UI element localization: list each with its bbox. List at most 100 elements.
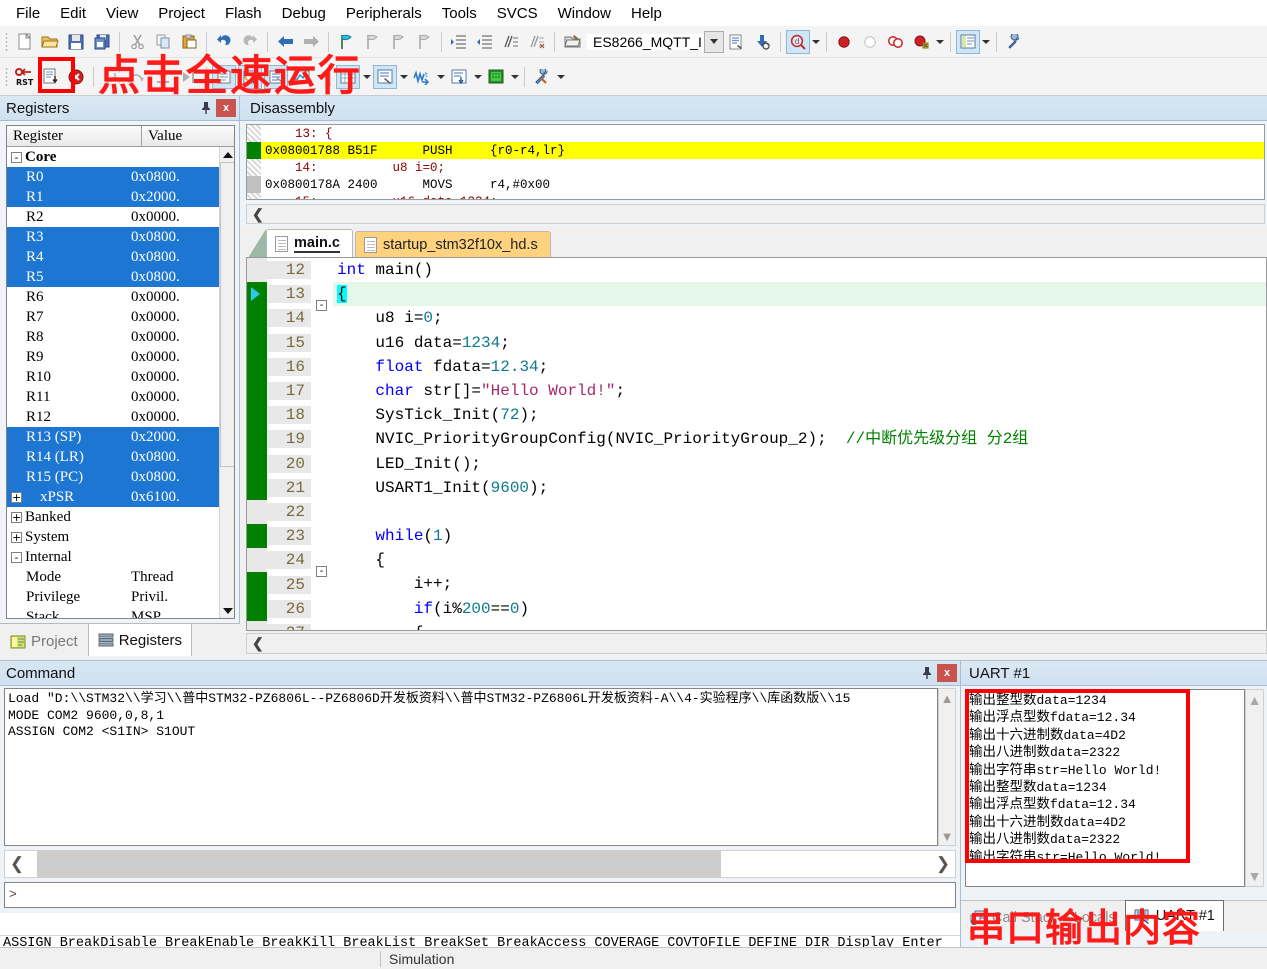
watch-window-icon[interactable] <box>373 64 397 89</box>
collapse-icon[interactable]: - <box>11 551 22 563</box>
breakpoint-margin[interactable] <box>247 620 267 630</box>
menu-item-view[interactable]: View <box>96 3 148 24</box>
register-row[interactable]: R3 0x0800. <box>7 227 219 247</box>
menu-item-flash[interactable]: Flash <box>215 3 272 24</box>
register-row[interactable]: - Core <box>7 147 219 167</box>
tab-project[interactable]: Project <box>0 626 88 656</box>
breakpoint-margin[interactable] <box>247 548 267 573</box>
editor-line[interactable]: 17 char str[]="Hello World!"; <box>247 378 1266 404</box>
indent-left-icon[interactable] <box>473 30 497 54</box>
tab-startup-s[interactable]: startup_stm32f10x_hd.s <box>354 231 551 258</box>
code-coverage-marker[interactable] <box>247 282 267 307</box>
uart-vertical-scrollbar[interactable]: ▲ ▼ <box>1245 689 1264 887</box>
debug-toolbox-icon[interactable] <box>530 65 554 89</box>
find-in-files-icon[interactable]: d <box>785 29 810 54</box>
comment-icon[interactable] <box>499 30 523 54</box>
run-full-speed-icon[interactable] <box>38 65 62 89</box>
debug-toolbox-caret[interactable] <box>555 65 566 89</box>
memory-window-icon[interactable] <box>336 64 360 89</box>
pin-icon[interactable] <box>196 98 216 118</box>
column-header-value[interactable]: Value <box>142 126 234 147</box>
scroll-left-icon[interactable]: ❮ <box>252 635 264 652</box>
code-coverage-marker[interactable] <box>247 306 267 331</box>
uart-output-area[interactable]: 输出整型数data=1234 输出浮点型数fdata=12.34 输出十六进制数da… <box>965 689 1245 887</box>
collapse-icon[interactable]: - <box>11 151 22 163</box>
code-coverage-marker[interactable] <box>247 572 267 597</box>
scroll-right-icon[interactable]: ❯ <box>931 851 955 877</box>
manage-project-icon[interactable] <box>560 30 584 54</box>
register-row[interactable]: R12 0x0000. <box>7 407 219 427</box>
logic-analyzer-caret[interactable] <box>435 65 446 89</box>
editor-line[interactable]: 19 NVIC_PriorityGroupConfig(NVIC_Priorit… <box>247 427 1266 452</box>
project-target-select[interactable]: ES8266_MQTT_I <box>587 30 724 53</box>
disassembly-gutter[interactable] <box>247 193 261 199</box>
register-row[interactable]: R8 0x0000. <box>7 327 219 347</box>
step-icon[interactable]: { } <box>99 65 123 89</box>
step-out-icon[interactable] <box>151 65 175 89</box>
build-icon[interactable] <box>751 30 775 54</box>
bookmark-toggle-icon[interactable] <box>334 30 358 54</box>
breakpoint-disable-icon[interactable] <box>858 30 882 54</box>
scroll-up-icon[interactable]: ▲ <box>939 689 955 707</box>
register-row[interactable]: R14 (LR) 0x0800. <box>7 447 219 467</box>
close-icon[interactable]: x <box>216 99 236 117</box>
breakpoint-disable-all-icon[interactable] <box>910 30 934 54</box>
disassembly-gutter[interactable] <box>247 159 261 176</box>
target-options-icon[interactable] <box>725 30 749 54</box>
menu-item-edit[interactable]: Edit <box>50 3 96 24</box>
menu-item-peripherals[interactable]: Peripherals <box>336 3 432 24</box>
reset-cpu-icon[interactable]: RST <box>12 65 36 89</box>
command-horizontal-scrollbar[interactable]: ❮ ❯ <box>4 850 956 878</box>
scroll-down-icon[interactable] <box>220 603 234 618</box>
menu-item-svcs[interactable]: SVCS <box>487 3 548 24</box>
register-row[interactable]: + xPSR 0x6100. <box>7 487 219 507</box>
expand-icon[interactable]: + <box>11 511 22 523</box>
trace-record-icon[interactable] <box>447 65 471 89</box>
editor-text-area[interactable]: 12 int main() 13-{14 u8 i=0; 15 u16 data=12… <box>246 257 1267 631</box>
code-coverage-marker[interactable] <box>247 475 267 500</box>
code-coverage-marker[interactable] <box>247 451 267 476</box>
step-over-icon[interactable] <box>125 65 149 89</box>
editor-line[interactable]: 24- { <box>247 548 1266 578</box>
menu-item-file[interactable]: File <box>6 3 50 24</box>
registers-row-list[interactable]: - Core R0 0x0800. R1 0x2000. R2 0x0000. R3 0x… <box>7 147 219 618</box>
breakpoint-margin[interactable] <box>247 258 267 283</box>
trace-window-icon[interactable] <box>290 65 314 89</box>
editor-line[interactable]: 15 u16 data=1234; <box>247 330 1266 355</box>
editor-line[interactable]: 27- { <box>247 620 1266 630</box>
command-input[interactable]: > <box>4 882 956 908</box>
register-row[interactable]: Mode Thread <box>7 567 219 587</box>
bookmark-prev-icon[interactable] <box>360 30 384 54</box>
scroll-down-icon[interactable]: ▼ <box>1246 866 1263 886</box>
editor-line[interactable]: 14 u8 i=0; <box>247 306 1266 331</box>
uncomment-icon[interactable] <box>525 30 549 54</box>
breakpoint-margin[interactable] <box>247 499 267 525</box>
disassembly-line[interactable]: 15: u16 data=1234; <box>247 193 1264 199</box>
register-row[interactable]: R6 0x0000. <box>7 287 219 307</box>
register-row[interactable]: R9 0x0000. <box>7 347 219 367</box>
bookmark-next-icon[interactable] <box>386 30 410 54</box>
register-row[interactable]: R10 0x0000. <box>7 367 219 387</box>
undo-icon[interactable] <box>212 30 236 54</box>
editor-line[interactable]: 26 if(i%200==0) <box>247 596 1266 621</box>
disassembly-gutter[interactable] <box>247 125 261 142</box>
close-icon[interactable]: x <box>937 664 957 682</box>
fold-toggle-icon[interactable]: - <box>316 300 327 312</box>
register-row[interactable]: Privilege Privil. <box>7 587 219 607</box>
window-layout-caret[interactable] <box>981 30 992 54</box>
editor-line[interactable]: 21 USART1_Init(9600); <box>247 475 1266 500</box>
code-coverage-marker[interactable] <box>247 403 267 428</box>
code-coverage-marker[interactable] <box>247 354 267 379</box>
register-row[interactable]: R0 0x0800. <box>7 167 219 187</box>
disassembly-listing[interactable]: 13: {0x08001788 B51F PUSH {r0-r4,lr} 14:… <box>246 124 1265 200</box>
show-next-statement-icon[interactable] <box>212 64 236 89</box>
column-header-register[interactable]: Register <box>7 126 142 147</box>
configuration-wizard-icon[interactable] <box>1002 30 1026 54</box>
disassembly-horizontal-scrollbar[interactable]: ❮ <box>246 204 1265 224</box>
register-row[interactable]: + System <box>7 527 219 547</box>
scrollbar-thumb[interactable] <box>220 162 234 467</box>
command-vertical-scrollbar[interactable]: ▲ ▼ <box>938 688 956 846</box>
scroll-up-icon[interactable] <box>220 147 234 162</box>
code-coverage-marker[interactable] <box>247 427 267 452</box>
indent-right-icon[interactable] <box>447 30 471 54</box>
